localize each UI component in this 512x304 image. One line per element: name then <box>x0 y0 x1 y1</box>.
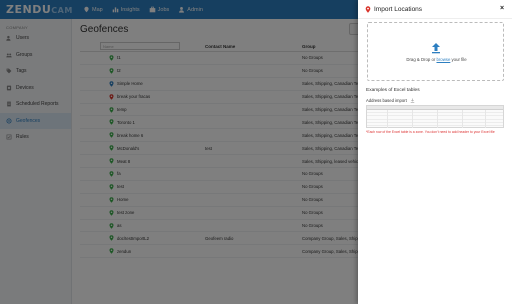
close-icon[interactable]: × <box>498 5 506 12</box>
upload-icon <box>432 43 440 54</box>
browse-link[interactable]: browse <box>436 57 450 62</box>
import-note: *Each row of the Excel table is a zone. … <box>366 130 495 134</box>
location-pin-icon <box>365 5 371 13</box>
download-icon[interactable] <box>410 98 415 103</box>
excel-example-image <box>366 105 504 128</box>
drawer-header: Import Locations <box>358 0 512 19</box>
modal-backdrop[interactable] <box>0 0 358 304</box>
dropzone-text: Drag & Drop or browse your file <box>406 57 467 62</box>
import-locations-drawer: Import Locations × Drag & Drop or browse… <box>358 0 512 304</box>
address-import-label: Address based import <box>366 98 415 103</box>
file-dropzone[interactable]: Drag & Drop or browse your file <box>367 22 504 81</box>
examples-title: Examples of Excel tables <box>366 88 420 93</box>
drawer-title: Import Locations <box>374 5 423 13</box>
